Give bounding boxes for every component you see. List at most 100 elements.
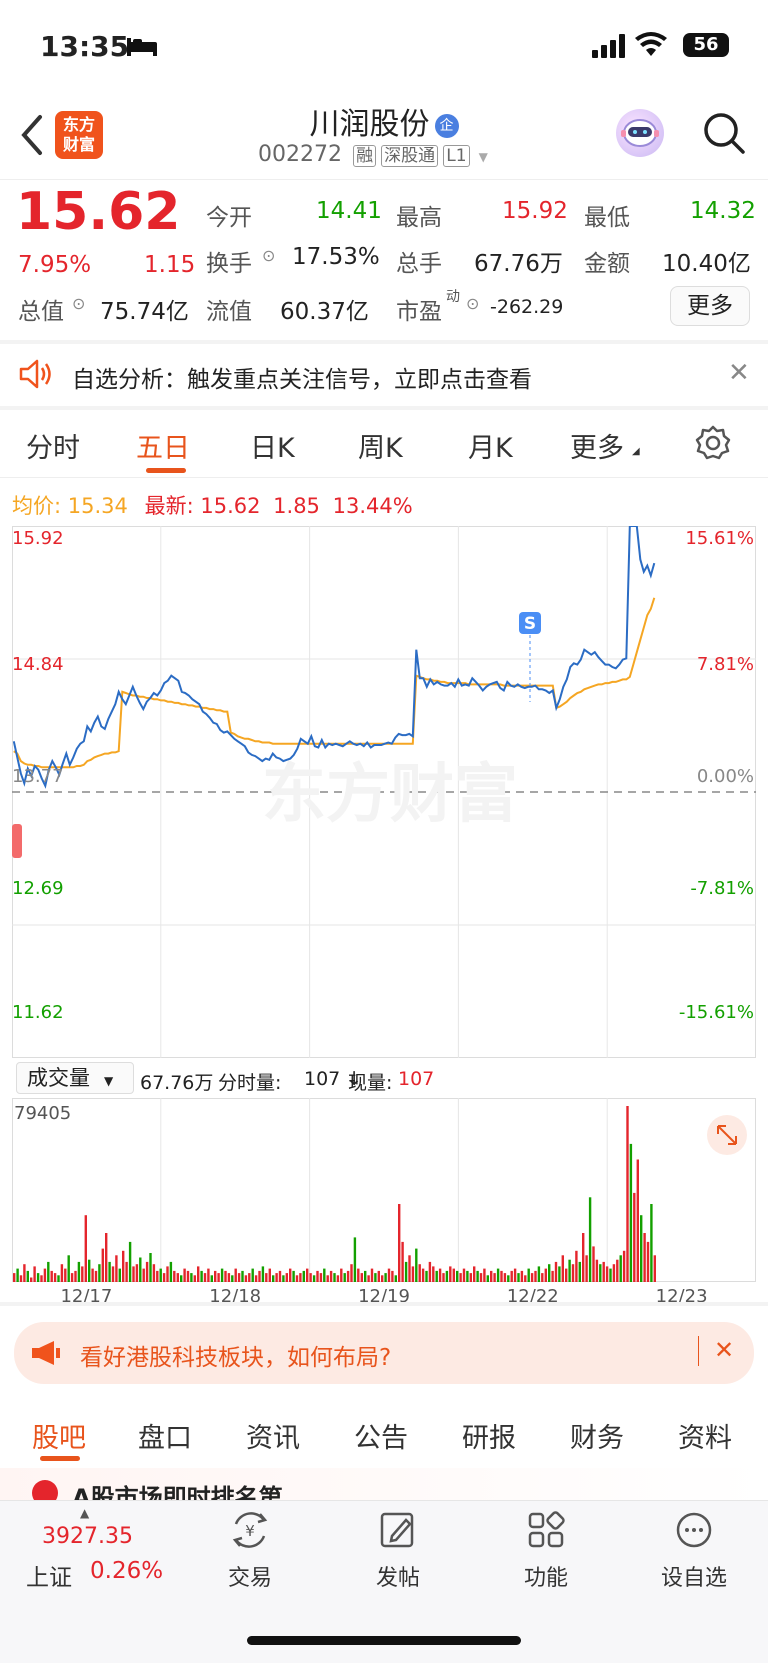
volume-bar bbox=[261, 1266, 265, 1282]
chart-tabs: 分时 五日 日K 周K 月K 更多 ◢ bbox=[0, 424, 768, 476]
tab-monthly-k[interactable]: 月K bbox=[468, 426, 513, 465]
buy-marker-icon[interactable] bbox=[12, 824, 22, 858]
close-icon[interactable]: ✕ bbox=[714, 1336, 734, 1364]
volume-bar bbox=[23, 1264, 26, 1282]
y-tick-right: 0.00% bbox=[697, 766, 754, 787]
volume-bar bbox=[13, 1273, 16, 1282]
volume-bar bbox=[510, 1270, 513, 1282]
tab-finance[interactable]: 财务 bbox=[570, 1416, 624, 1455]
promo-banner[interactable]: 看好港股科技板块，如何布局? ✕ bbox=[14, 1322, 754, 1384]
volume-bar bbox=[435, 1270, 438, 1282]
volume-bar bbox=[367, 1275, 370, 1282]
volume-bar bbox=[122, 1250, 125, 1282]
volume-bar bbox=[292, 1270, 295, 1282]
series-line-avg bbox=[13, 597, 656, 769]
volume-bar bbox=[636, 1159, 639, 1282]
volume-bar bbox=[364, 1270, 367, 1282]
tab-announcements[interactable]: 公告 bbox=[354, 1416, 408, 1455]
index-pct: 0.26% bbox=[90, 1558, 164, 1584]
volume-bar bbox=[173, 1270, 176, 1282]
assistant-avatar-icon[interactable] bbox=[616, 109, 664, 157]
pe-value: -262.29 bbox=[490, 296, 564, 318]
volume-bar bbox=[217, 1273, 220, 1282]
index-ticker[interactable]: ▲ 3927.35 上证 0.26% bbox=[20, 1506, 164, 1616]
price-chart[interactable]: 东方财富 15.92 14.84 13.77 12.69 11.62 15.61% 7.81… bbox=[12, 526, 756, 1058]
y-tick-left: 11.62 bbox=[12, 1002, 64, 1023]
stock-code-row[interactable]: 002272 融 深股通 L1 ▼ bbox=[258, 141, 488, 167]
nav-post[interactable]: 发帖 bbox=[338, 1510, 458, 1592]
compose-icon bbox=[380, 1512, 414, 1548]
volume-bar bbox=[125, 1261, 128, 1282]
volume-bar bbox=[456, 1270, 459, 1282]
volume-bar bbox=[558, 1266, 561, 1282]
volume-chart[interactable]: 79405 12/17 12/18 12/19 12/22 12/23 bbox=[12, 1098, 756, 1308]
volume-bar bbox=[319, 1273, 323, 1282]
volume-bar bbox=[493, 1273, 496, 1282]
total-cap-value: 75.74亿 bbox=[100, 299, 189, 325]
tab-daily-k[interactable]: 日K bbox=[250, 426, 295, 465]
volume-bar bbox=[98, 1264, 101, 1282]
quote-panel: 15.62 7.95% 1.15 今开 14.41 最高 15.92 最低 14… bbox=[0, 180, 768, 340]
volume-max-label: 79405 bbox=[14, 1103, 71, 1124]
volume-bar bbox=[605, 1266, 609, 1282]
volume-bar bbox=[343, 1273, 346, 1282]
tab-news[interactable]: 资讯 bbox=[246, 1416, 300, 1455]
volume-bar bbox=[132, 1266, 135, 1282]
enterprise-badge: 企 bbox=[434, 114, 459, 138]
tab-weekly-k[interactable]: 周K bbox=[358, 426, 403, 465]
teaser-text: A股市场即时排名第 bbox=[72, 1484, 283, 1500]
tab-research[interactable]: 研报 bbox=[462, 1416, 516, 1455]
volume-bar bbox=[346, 1270, 350, 1282]
volume-bar bbox=[479, 1273, 483, 1282]
indicator-select[interactable]: 成交量 ▼ bbox=[16, 1062, 134, 1094]
volume-bar bbox=[336, 1275, 340, 1282]
avg-label: 均价: bbox=[12, 494, 62, 518]
volume-bar bbox=[166, 1266, 169, 1282]
volume-bar bbox=[251, 1268, 254, 1282]
more-button[interactable]: 更多 bbox=[670, 286, 750, 326]
volume-bar bbox=[561, 1255, 564, 1282]
low-value: 14.32 bbox=[690, 198, 756, 224]
y-tick-left: 14.84 bbox=[12, 654, 64, 675]
volume-bar bbox=[108, 1261, 111, 1282]
volume-bar bbox=[527, 1268, 530, 1282]
tab-intraday[interactable]: 分时 bbox=[26, 426, 80, 465]
latest-pct: 13.44% bbox=[332, 494, 413, 518]
last-price: 15.62 bbox=[16, 182, 181, 242]
volume-bar bbox=[316, 1270, 319, 1282]
info-dots-icon[interactable]: ⊙ bbox=[466, 294, 479, 313]
volume-bar bbox=[626, 1106, 629, 1282]
tab-profile[interactable]: 资料 bbox=[678, 1416, 732, 1455]
volume-bar bbox=[394, 1275, 397, 1282]
stock-code: 002272 bbox=[258, 142, 342, 167]
volume-bar bbox=[449, 1266, 452, 1282]
nav-add-watchlist[interactable]: 设自选 bbox=[634, 1510, 754, 1592]
analysis-banner[interactable]: 自选分析：触发重点关注信号，立即点击查看 ✕ bbox=[0, 344, 768, 406]
volume-bar bbox=[210, 1275, 213, 1282]
stock-name: 川润股份 bbox=[309, 107, 430, 142]
volume-grid bbox=[160, 1098, 608, 1282]
settings-gear-icon[interactable] bbox=[694, 424, 732, 469]
volume-bar bbox=[329, 1270, 333, 1282]
forum-teaser[interactable]: A股市场即时排名第 bbox=[0, 1468, 768, 1500]
volume-bar bbox=[180, 1275, 183, 1282]
volume-bar bbox=[309, 1273, 312, 1282]
tab-five-day[interactable]: 五日 bbox=[136, 426, 190, 465]
info-dots-icon[interactable]: ⊙ bbox=[72, 294, 85, 313]
volume-bar bbox=[421, 1268, 425, 1282]
nav-trade[interactable]: ¥ 交易 bbox=[190, 1510, 310, 1592]
search-icon[interactable] bbox=[702, 111, 746, 159]
more-dots-icon bbox=[676, 1512, 712, 1548]
nav-functions[interactable]: 功能 bbox=[486, 1510, 606, 1592]
volume-bar bbox=[534, 1270, 537, 1282]
tab-forum[interactable]: 股吧 bbox=[32, 1416, 86, 1455]
volume-bar bbox=[582, 1233, 585, 1282]
info-dots-icon[interactable]: ⊙ bbox=[262, 246, 275, 265]
signal-icon bbox=[592, 34, 626, 62]
tab-more[interactable]: 更多 bbox=[570, 426, 624, 465]
close-icon[interactable]: ✕ bbox=[728, 358, 750, 388]
latest-value: 15.62 bbox=[200, 494, 261, 518]
volume-bar bbox=[387, 1268, 391, 1282]
tab-order-book[interactable]: 盘口 bbox=[138, 1416, 192, 1455]
tick-volume-label: 分时量: bbox=[218, 1072, 282, 1094]
